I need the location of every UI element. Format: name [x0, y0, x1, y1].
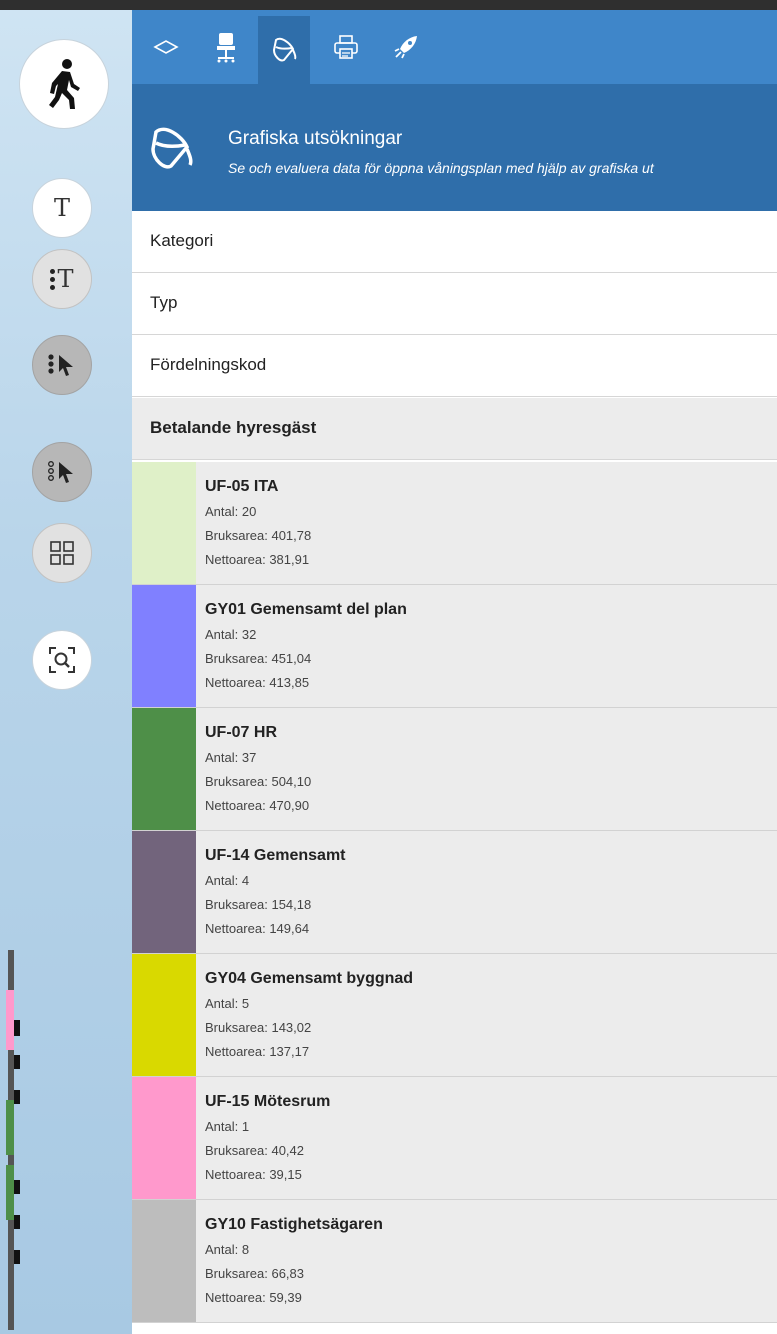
tenant-legend-list: UF-05 ITA Antal: 20 Bruksarea: 401,78 Ne…	[132, 462, 777, 1323]
accordion-typ[interactable]: Typ	[132, 273, 777, 335]
legend-item-nettoarea: Nettoarea: 381,91	[205, 552, 310, 567]
tool-sidebar: T T	[0, 10, 132, 1334]
zoom-search-tool-button[interactable]	[32, 630, 92, 690]
legend-item[interactable]: UF-14 Gemensamt Antal: 4 Bruksarea: 154,…	[132, 831, 777, 954]
select-outline-icon	[48, 461, 73, 483]
panel-tab-bar	[132, 10, 777, 84]
tab-furniture[interactable]	[200, 16, 252, 78]
office-chair-icon	[217, 33, 235, 63]
panel-subtitle: Se och evaluera data för öppna våningspl…	[228, 160, 654, 176]
legend-item-name: UF-05 ITA	[205, 478, 279, 495]
color-swatch	[132, 954, 196, 1076]
walking-person-icon	[49, 59, 80, 109]
accordion-betalande-hyresgast[interactable]: Betalande hyresgäst	[132, 398, 777, 460]
printer-icon	[334, 35, 358, 59]
legend-item[interactable]: GY04 Gemensamt byggnad Antal: 5 Bruksare…	[132, 954, 777, 1077]
paint-bucket-icon	[272, 37, 297, 62]
legend-item-antal: Antal: 32	[205, 627, 257, 642]
legend-item-name: UF-15 Mötesrum	[205, 1093, 331, 1110]
legend-item-bruksarea: Bruksarea: 401,78	[205, 528, 312, 543]
legend-item-nettoarea: Nettoarea: 149,64	[205, 921, 310, 936]
tab-graphical-queries[interactable]	[258, 16, 310, 84]
accordion-kategori[interactable]: Kategori	[132, 211, 777, 273]
tab-diamond[interactable]	[140, 16, 192, 78]
legend-item-antal: Antal: 20	[205, 504, 257, 519]
legend-item-bruksarea: Bruksarea: 154,18	[205, 897, 312, 912]
legend-item[interactable]: GY01 Gemensamt del plan Antal: 32 Bruksa…	[132, 585, 777, 708]
color-swatch	[132, 831, 196, 953]
legend-item[interactable]: GY10 Fastighetsägaren Antal: 8 Bruksarea…	[132, 1200, 777, 1323]
legend-item-name: GY01 Gemensamt del plan	[205, 601, 407, 618]
color-swatch	[132, 585, 196, 707]
color-swatch	[132, 1077, 196, 1199]
text-icon: T	[53, 194, 70, 222]
legend-item-name: GY04 Gemensamt byggnad	[205, 970, 414, 987]
text-tool-button[interactable]: T	[32, 178, 92, 238]
select-list-icon	[48, 354, 73, 376]
accordion-label: Betalande hyresgäst	[150, 418, 317, 437]
legend-item-bruksarea: Bruksarea: 40,42	[205, 1143, 305, 1158]
legend-item-nettoarea: Nettoarea: 137,17	[205, 1044, 310, 1059]
legend-item-nettoarea: Nettoarea: 59,39	[205, 1290, 302, 1305]
panel-header: Grafiska utsökningar Se och evaluera dat…	[132, 84, 777, 211]
window-top-border	[0, 0, 777, 10]
legend-item-antal: Antal: 4	[205, 873, 250, 888]
legend-item[interactable]: UF-05 ITA Antal: 20 Bruksarea: 401,78 Ne…	[132, 462, 777, 585]
panel-title: Grafiska utsökningar	[228, 128, 403, 149]
legend-item[interactable]: UF-15 Mötesrum Antal: 1 Bruksarea: 40,42…	[132, 1077, 777, 1200]
text-list-tool-button[interactable]: T	[32, 249, 92, 309]
legend-item-bruksarea: Bruksarea: 66,83	[205, 1266, 305, 1281]
tab-print[interactable]	[320, 16, 372, 78]
floor-plan-fragment	[6, 950, 20, 1330]
legend-item-nettoarea: Nettoarea: 413,85	[205, 675, 310, 690]
grid-icon	[50, 541, 74, 565]
paint-bucket-icon	[151, 127, 193, 169]
color-swatch	[132, 1200, 196, 1322]
legend-item-name: UF-14 Gemensamt	[205, 847, 346, 864]
walk-mode-button[interactable]	[19, 39, 109, 129]
legend-item[interactable]: UF-07 HR Antal: 37 Bruksarea: 504,10 Net…	[132, 708, 777, 831]
zoom-search-icon	[49, 647, 75, 673]
legend-item-antal: Antal: 1	[205, 1119, 250, 1134]
color-swatch	[132, 708, 196, 830]
tab-launch[interactable]	[380, 16, 432, 78]
legend-item-nettoarea: Nettoarea: 470,90	[205, 798, 310, 813]
legend-item-name: GY10 Fastighetsägaren	[205, 1216, 383, 1233]
accordion-label: Typ	[150, 293, 178, 312]
select-list-tool-button[interactable]	[32, 335, 92, 395]
accordion-fordelningskod[interactable]: Fördelningskod	[132, 335, 777, 397]
accordion-label: Kategori	[150, 231, 214, 250]
diamond-outline-icon	[153, 40, 179, 54]
legend-item-antal: Antal: 37	[205, 750, 257, 765]
graphical-queries-panel: Grafiska utsökningar Se och evaluera dat…	[132, 10, 777, 1334]
grid-tool-button[interactable]	[32, 523, 92, 583]
legend-item-name: UF-07 HR	[205, 724, 278, 741]
legend-item-antal: Antal: 8	[205, 1242, 250, 1257]
color-swatch	[132, 462, 196, 584]
select-outline-tool-button[interactable]	[32, 442, 92, 502]
rocket-icon	[394, 36, 417, 59]
legend-item-nettoarea: Nettoarea: 39,15	[205, 1167, 302, 1182]
legend-item-bruksarea: Bruksarea: 451,04	[205, 651, 312, 666]
accordion-label: Fördelningskod	[150, 355, 267, 374]
text-list-icon: T	[50, 265, 74, 293]
legend-item-antal: Antal: 5	[205, 996, 250, 1011]
legend-item-bruksarea: Bruksarea: 143,02	[205, 1020, 312, 1035]
legend-item-bruksarea: Bruksarea: 504,10	[205, 774, 312, 789]
